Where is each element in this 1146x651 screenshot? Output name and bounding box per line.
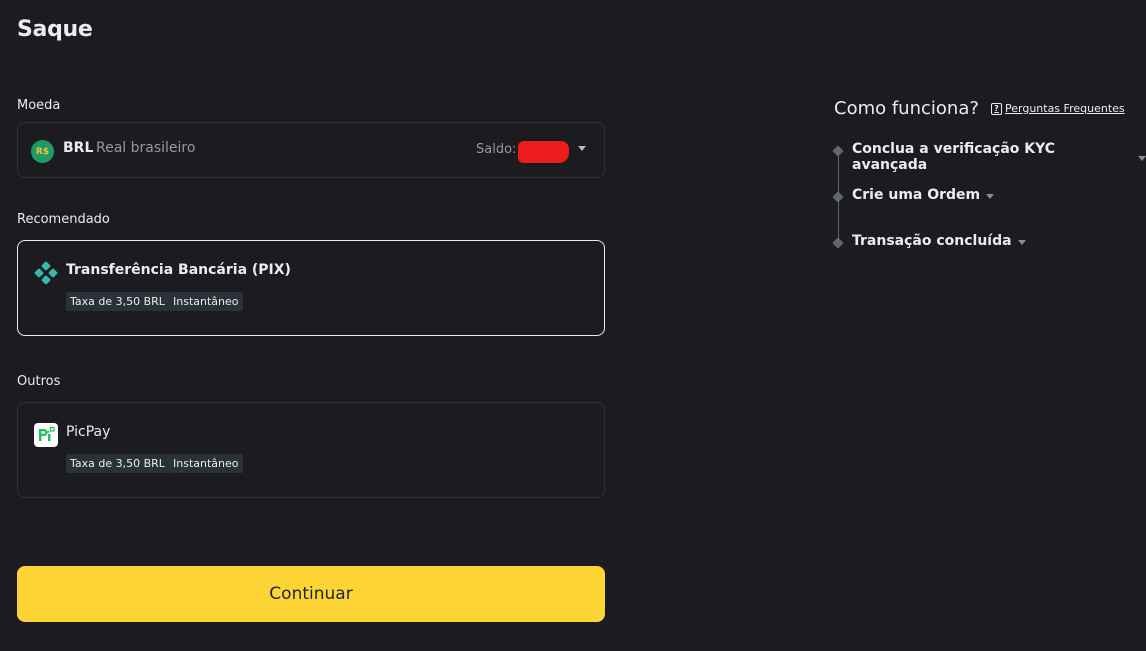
brl-currency-icon: R$ <box>31 140 54 163</box>
currency-code: BRL <box>63 140 94 156</box>
page-title: Saque <box>17 17 93 42</box>
others-section-label: Outros <box>17 374 61 389</box>
payment-method-name: Transferência Bancária (PIX) <box>66 262 291 278</box>
timeline-dot-icon <box>832 237 844 249</box>
speed-tag: Instantâneo <box>169 292 243 311</box>
currency-selector[interactable]: R$ BRL Real brasileiro Saldo: <box>17 122 605 178</box>
currency-name: Real brasileiro <box>96 140 196 156</box>
faq-link[interactable]: ? Perguntas Frequentes <box>991 102 1125 115</box>
speed-tag: Instantâneo <box>169 454 243 473</box>
chevron-down-icon[interactable] <box>1138 155 1146 161</box>
step-label: Conclua a verificação KYC avançada <box>852 141 1056 173</box>
step-kyc[interactable]: Conclua a verificação KYC avançada <box>852 141 1146 173</box>
chevron-down-icon[interactable] <box>578 146 586 151</box>
chevron-down-icon[interactable] <box>986 193 995 199</box>
fee-tag: Taxa de 3,50 BRL <box>66 454 169 473</box>
balance-redacted <box>518 141 569 163</box>
continue-button[interactable]: Continuar <box>17 566 605 622</box>
step-create-order[interactable]: Crie uma Ordem <box>852 187 995 203</box>
timeline-dot-icon <box>832 145 844 157</box>
how-it-works-title: Como funciona? <box>834 98 979 119</box>
balance-label: Saldo: <box>476 142 517 157</box>
recommended-section-label: Recomendado <box>17 212 110 227</box>
timeline-dot-icon <box>832 191 844 203</box>
step-transaction-complete[interactable]: Transação concluída <box>852 233 1026 249</box>
fee-tag: Taxa de 3,50 BRL <box>66 292 169 311</box>
payment-method-picpay[interactable]: PicPay Taxa de 3,50 BRL Instantâneo <box>17 402 605 498</box>
payment-method-pix[interactable]: Transferência Bancária (PIX) Taxa de 3,5… <box>17 240 605 336</box>
faq-icon: ? <box>991 102 1002 115</box>
chevron-down-icon[interactable] <box>1017 239 1026 245</box>
step-label: Crie uma Ordem <box>852 187 981 203</box>
step-label: Transação concluída <box>852 233 1012 249</box>
payment-method-name: PicPay <box>66 424 111 440</box>
picpay-icon <box>34 423 58 447</box>
currency-section-label: Moeda <box>17 98 61 113</box>
pix-icon <box>34 261 58 285</box>
faq-link-label[interactable]: Perguntas Frequentes <box>1005 102 1125 115</box>
